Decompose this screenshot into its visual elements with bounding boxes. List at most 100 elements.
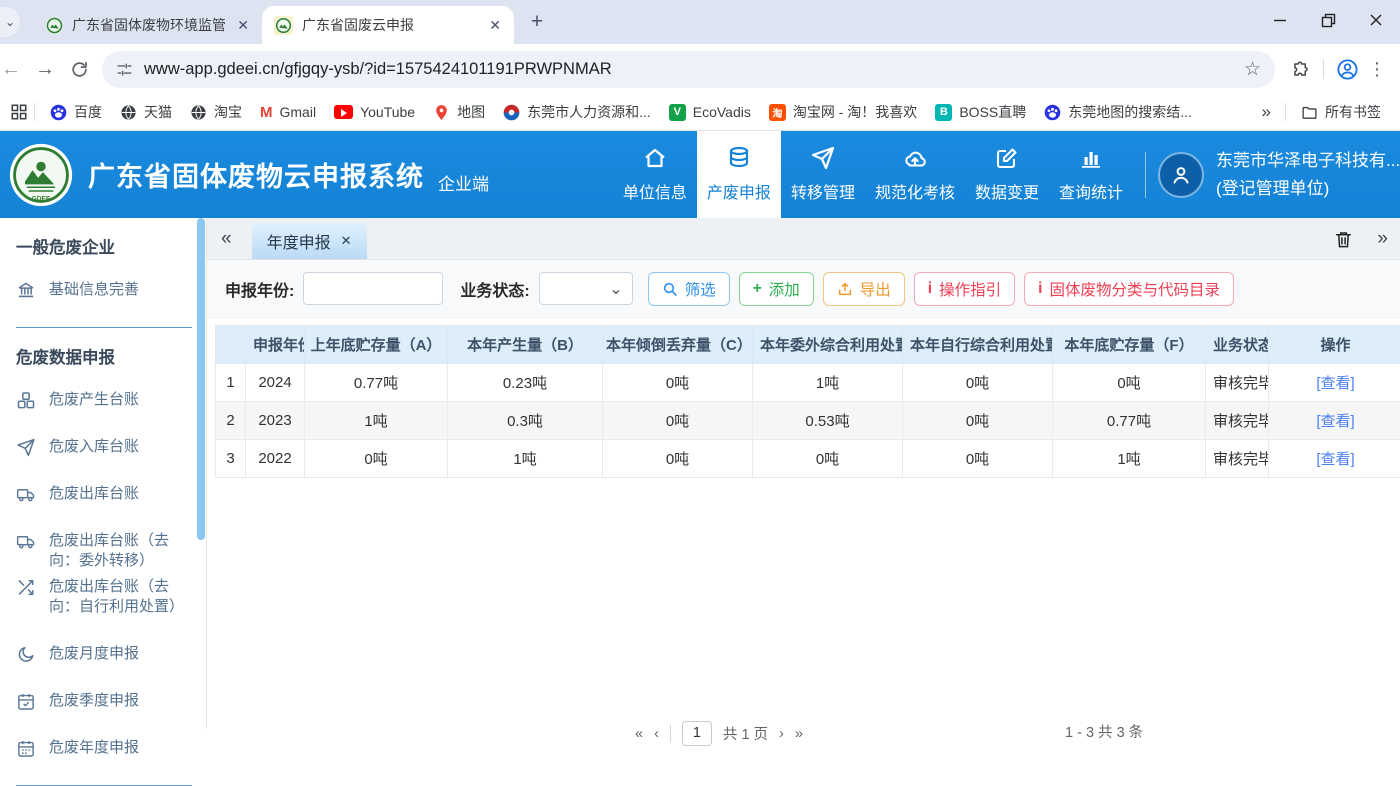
all-bookmarks[interactable]: 所有书签: [1292, 102, 1390, 122]
filter-button[interactable]: 筛选: [648, 272, 730, 306]
restore-icon[interactable]: [1304, 0, 1352, 40]
sidebar-item-waste-generate[interactable]: 危废产生台账: [16, 390, 206, 410]
bookmarks-bar: 百度 天猫 淘宝 M Gmail YouTube 地图 东莞市人力资源和... …: [0, 94, 1400, 131]
export-button[interactable]: 导出: [823, 272, 905, 306]
page-prev-button[interactable]: ‹: [654, 726, 659, 742]
apps-grid-icon[interactable]: [10, 103, 28, 121]
extensions-icon[interactable]: [1283, 52, 1317, 86]
folder-icon: [1301, 104, 1318, 121]
omnibox[interactable]: www-app.gdeei.cn/gfjgqy-ysb/?id=15754241…: [102, 51, 1275, 88]
profile-avatar-icon[interactable]: [1330, 52, 1364, 86]
bookmark-taobao-site[interactable]: 淘 淘宝网 - 淘！我喜欢: [760, 102, 926, 122]
main-content: « 年度申报 ✕ » 申报年份: 业务状态: ⌄ 筛选: [206, 218, 1400, 729]
svg-text:GDEE: GDEE: [32, 195, 51, 202]
tab-annual-declare[interactable]: 年度申报 ✕: [252, 223, 367, 259]
tab2-close-icon[interactable]: ✕: [486, 17, 504, 34]
chrome-menu-icon[interactable]: ⋮: [1364, 59, 1390, 80]
baidu-paw-icon: [50, 104, 67, 121]
nav-data-change[interactable]: 数据变更: [965, 131, 1049, 218]
filter-bar: 申报年份: 业务状态: ⌄ 筛选 + 添加 导出 i: [207, 260, 1400, 318]
calendar-check-icon: [16, 691, 36, 711]
sidebar-item-quarterly[interactable]: 危废季度申报: [16, 691, 206, 711]
reload-icon[interactable]: [62, 52, 96, 86]
bookmark-youtube[interactable]: YouTube: [325, 104, 424, 120]
sidebar-scrollbar[interactable]: [197, 218, 205, 540]
tab1-favicon: [46, 17, 63, 34]
tab2-favicon: [274, 16, 293, 35]
sidebar-item-basic-info[interactable]: 基础信息完善: [16, 280, 206, 300]
sidebar-item-monthly[interactable]: 危废月度申报: [16, 644, 206, 664]
minimize-icon[interactable]: [1256, 0, 1304, 40]
page-next-button[interactable]: ›: [779, 726, 784, 742]
table-row: 2 2023 1吨 0.3吨 0吨 0.53吨 0吨 0.77吨 审核完毕 [查…: [216, 402, 1400, 440]
year-filter-input[interactable]: [303, 272, 443, 305]
page-first-button[interactable]: «: [635, 726, 643, 742]
forward-icon[interactable]: →: [28, 52, 62, 86]
browser-tab-1[interactable]: 广东省固体废物环境监管信息平 ✕: [34, 6, 262, 44]
bookmark-maps[interactable]: 地图: [424, 102, 494, 122]
workspace-tabbar: « 年度申报 ✕ »: [207, 218, 1400, 260]
globe-icon: [120, 104, 137, 121]
waste-catalog-button[interactable]: i 固体废物分类与代码目录: [1024, 272, 1234, 306]
bookmark-dg-map[interactable]: 东莞地图的搜索结...: [1035, 102, 1201, 122]
page-number-input[interactable]: 1: [682, 721, 712, 746]
user-avatar[interactable]: [1158, 152, 1204, 198]
year-filter-label: 申报年份:: [225, 277, 294, 301]
page-total-label: 共 1 页: [723, 723, 768, 744]
sidebar: 一般危废企业 基础信息完善 危废数据申报 危废产生台账 危废入库台账 危废出库台…: [0, 218, 206, 729]
browser-tab-2-active[interactable]: 广东省固废云申报 ✕: [262, 6, 514, 44]
add-button[interactable]: + 添加: [739, 272, 814, 306]
tab1-title: 广东省固体废物环境监管信息平: [72, 15, 225, 35]
close-window-icon[interactable]: [1352, 0, 1400, 40]
tab-close-icon[interactable]: ✕: [341, 233, 352, 249]
table-row: 3 2022 0吨 1吨 0吨 0吨 0吨 1吨 审核完毕 [查看]: [216, 440, 1400, 478]
cubes-icon: [16, 390, 36, 410]
sidebar-item-waste-inbound[interactable]: 危废入库台账: [16, 437, 206, 457]
plane-icon: [811, 146, 835, 170]
table-row: 1 2024 0.77吨 0.23吨 0吨 1吨 0吨 0吨 审核完毕 [查看]: [216, 364, 1400, 402]
expand-tabs-icon[interactable]: »: [1377, 228, 1388, 250]
bookmark-gmail[interactable]: M Gmail: [251, 104, 325, 121]
database-icon: [727, 146, 751, 170]
status-filter-select[interactable]: ⌄: [539, 272, 633, 305]
view-link[interactable]: [查看]: [1316, 413, 1354, 430]
bookmark-boss[interactable]: B BOSS直聘: [926, 102, 1035, 122]
bookmarks-overflow-icon[interactable]: »: [1254, 102, 1279, 122]
nav-query-stats[interactable]: 查询统计: [1049, 131, 1133, 218]
sidebar-item-waste-outbound[interactable]: 危废出库台账: [16, 484, 206, 504]
sidebar-section-declare: 危废数据申报: [16, 344, 206, 368]
tab2-title: 广东省固废云申报: [302, 15, 477, 35]
bookmark-ecovadis[interactable]: V EcoVadis: [660, 104, 760, 121]
nav-unit-info[interactable]: 单位信息: [613, 131, 697, 218]
bookmark-dg-hr[interactable]: 东莞市人力资源和...: [494, 102, 660, 122]
tab-search-button[interactable]: ⌄: [0, 7, 20, 37]
url-text[interactable]: www-app.gdeei.cn/gfjgqy-ysb/?id=15754241…: [144, 60, 1233, 79]
sidebar-item-yearly[interactable]: 危废年度申报: [16, 738, 206, 758]
sidebar-divider: [16, 327, 192, 328]
site-settings-icon[interactable]: [116, 61, 133, 78]
company-role: (登记管理单位): [1216, 175, 1398, 203]
bookmark-taobao[interactable]: 淘宝: [181, 102, 251, 122]
boss-icon: B: [935, 104, 952, 121]
guide-button[interactable]: i 操作指引: [914, 272, 1015, 306]
bookmark-baidu[interactable]: 百度: [41, 102, 111, 122]
bookmark-star-icon[interactable]: ☆: [1244, 58, 1261, 81]
sidebar-item-outbound-external[interactable]: 危废出库台账（去向：委外转移）: [16, 531, 206, 571]
gmail-icon: M: [260, 104, 273, 121]
bar-chart-icon: [1079, 146, 1103, 170]
trash-icon[interactable]: [1334, 230, 1353, 249]
collapse-tabs-icon[interactable]: «: [221, 228, 232, 250]
page-last-button[interactable]: »: [795, 726, 803, 742]
back-icon[interactable]: ←: [0, 52, 28, 86]
nav-waste-declare[interactable]: 产废申报: [697, 131, 781, 218]
view-link[interactable]: [查看]: [1316, 451, 1354, 468]
new-tab-button[interactable]: +: [522, 7, 552, 37]
header-nav: 单位信息 产废申报 转移管理 规范化考核 数据变更 查询统计: [613, 131, 1133, 218]
view-link[interactable]: [查看]: [1316, 375, 1354, 392]
user-block[interactable]: 东莞市华泽电子科技有... (登记管理单位): [1204, 147, 1400, 203]
bookmark-tmall[interactable]: 天猫: [111, 102, 181, 122]
sidebar-item-outbound-self[interactable]: 危废出库台账（去向：自行利用处置）: [16, 577, 206, 617]
tab1-close-icon[interactable]: ✕: [234, 17, 252, 34]
nav-standard-check[interactable]: 规范化考核: [865, 131, 965, 218]
nav-transfer[interactable]: 转移管理: [781, 131, 865, 218]
